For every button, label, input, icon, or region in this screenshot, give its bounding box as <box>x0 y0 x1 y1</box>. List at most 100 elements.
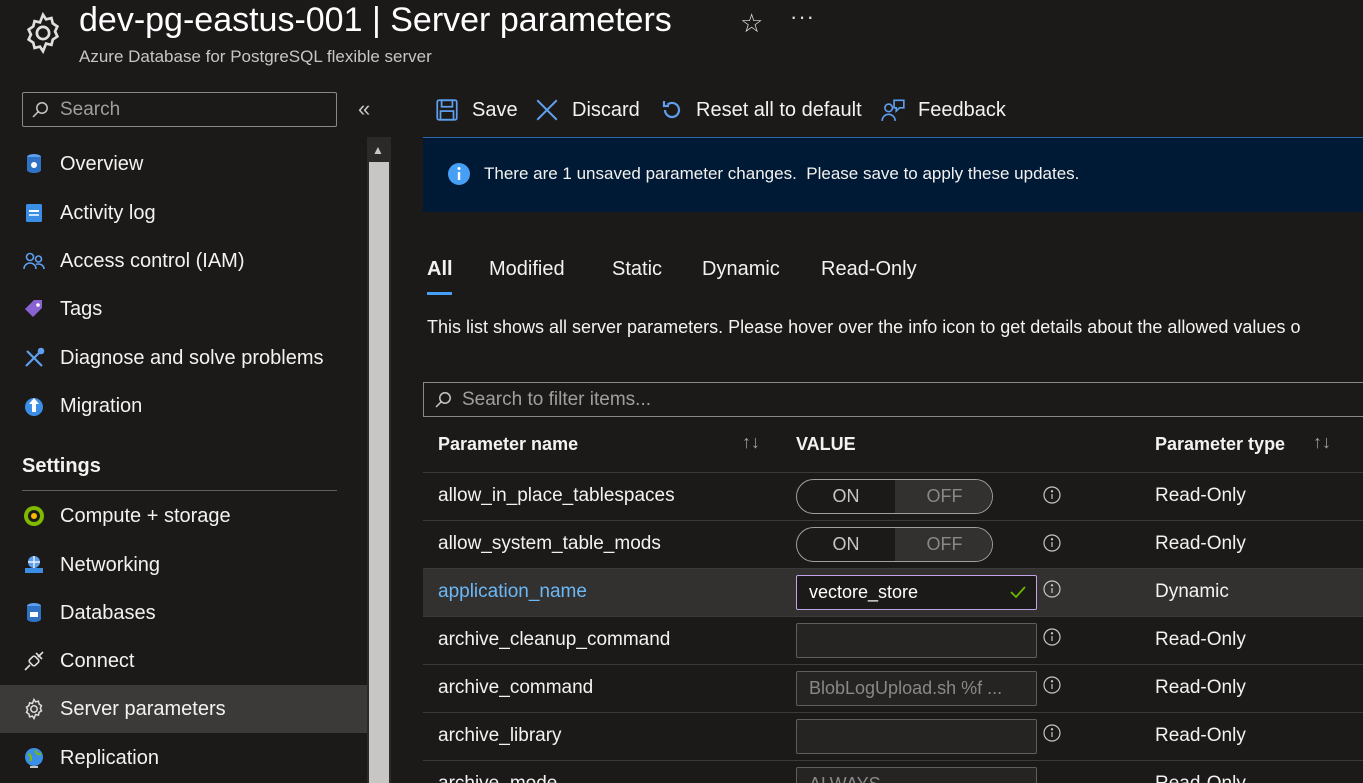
value-input[interactable]: vectore_store <box>796 575 1037 610</box>
sidebar-item-connect[interactable]: Connect <box>0 637 367 685</box>
table-row[interactable]: allow_in_place_tablespaces ON OFF Read-O… <box>423 472 1363 520</box>
tab-static[interactable]: Static <box>612 258 662 281</box>
tab-modified[interactable]: Modified <box>489 258 565 281</box>
sort-icon[interactable]: ↑↓ <box>1313 432 1331 453</box>
parameter-type: Read-Only <box>1155 725 1246 746</box>
sidebar-item-diagnose[interactable]: Diagnose and solve problems <box>0 334 367 382</box>
plug-icon <box>24 651 44 671</box>
sidebar-item-overview[interactable]: Overview <box>0 140 367 188</box>
feedback-icon <box>881 99 905 121</box>
toggle-on-option[interactable]: ON <box>797 480 895 513</box>
table-row[interactable]: application_name vectore_store Dynamic <box>423 568 1363 616</box>
sidebar-item-databases[interactable]: Databases <box>0 589 367 637</box>
column-header-parameter-type[interactable]: Parameter type <box>1155 434 1285 455</box>
parameter-type: Dynamic <box>1155 581 1229 602</box>
value-input[interactable] <box>796 719 1037 754</box>
sidebar-item-replication[interactable]: Replication <box>0 734 367 782</box>
network-icon <box>25 556 43 573</box>
sidebar-scrollbar-thumb[interactable] <box>369 162 389 783</box>
sidebar-item-label: Tags <box>60 297 103 320</box>
column-header-parameter-name[interactable]: Parameter name <box>438 434 578 455</box>
search-icon <box>32 102 48 118</box>
value-input[interactable]: BlobLogUpload.sh %f ... <box>796 671 1037 706</box>
gear-icon <box>26 11 60 55</box>
parameter-type: Read-Only <box>1155 773 1246 783</box>
compute-icon <box>24 506 44 526</box>
feedback-label: Feedback <box>918 98 1006 121</box>
tag-icon <box>25 300 42 317</box>
table-row[interactable]: archive_cleanup_command Read-Only <box>423 616 1363 664</box>
discard-button[interactable]: Discard <box>534 92 640 128</box>
value-select[interactable]: ALWAYS ⌄ <box>796 767 1037 783</box>
sidebar-item-label: Diagnose and solve problems <box>60 346 324 369</box>
log-icon <box>26 204 42 222</box>
toggle-off-option[interactable]: OFF <box>895 480 992 513</box>
sidebar-item-label: Networking <box>60 553 161 576</box>
scroll-up-arrow-icon[interactable]: ▲ <box>372 143 384 157</box>
tab-dynamic[interactable]: Dynamic <box>702 258 780 281</box>
save-label: Save <box>472 98 518 121</box>
parameter-type: Read-Only <box>1155 485 1246 506</box>
value-input[interactable] <box>796 623 1037 658</box>
parameter-type: Read-Only <box>1155 629 1246 650</box>
page-subtitle: Azure Database for PostgreSQL flexible s… <box>79 47 432 66</box>
page-title: dev-pg-eastus-001 | Server parameters <box>79 1 672 39</box>
toggle-on-option[interactable]: ON <box>797 528 895 561</box>
tab-all[interactable]: All <box>427 258 453 281</box>
parameter-name: allow_in_place_tablespaces <box>438 485 675 506</box>
feedback-button[interactable]: Feedback <box>880 92 1006 128</box>
globe-icon <box>25 748 43 768</box>
close-icon <box>536 99 558 121</box>
info-icon[interactable] <box>1043 676 1061 694</box>
sidebar-item-migration[interactable]: Migration <box>0 382 367 430</box>
info-icon[interactable] <box>1043 486 1061 504</box>
reset-label: Reset all to default <box>696 98 862 121</box>
column-header-value: VALUE <box>796 434 856 454</box>
sidebar-search[interactable] <box>22 92 337 127</box>
sidebar-item-label: Compute + storage <box>60 504 231 527</box>
toggle-off-option[interactable]: OFF <box>895 528 992 561</box>
save-button[interactable]: Save <box>434 92 518 128</box>
info-icon[interactable] <box>1043 534 1061 552</box>
star-icon[interactable]: ☆ <box>740 8 763 39</box>
sidebar-item-tags[interactable]: Tags <box>0 285 367 333</box>
sidebar-item-label: Access control (IAM) <box>60 249 245 272</box>
checkmark-icon <box>1010 586 1026 599</box>
divider <box>22 490 337 491</box>
collapse-sidebar-button[interactable]: « <box>358 96 370 122</box>
info-icon[interactable] <box>1043 580 1061 598</box>
info-icon[interactable] <box>1043 628 1061 646</box>
tab-read-only[interactable]: Read-Only <box>821 258 917 281</box>
sidebar-item-networking[interactable]: Networking <box>0 541 367 589</box>
parameter-name: archive_library <box>438 725 562 746</box>
chevron-down-icon: ⌄ <box>1012 774 1026 783</box>
table-row[interactable]: allow_system_table_mods ON OFF Read-Only <box>423 520 1363 568</box>
filter-search[interactable] <box>423 382 1363 417</box>
sidebar-item-compute-storage[interactable]: Compute + storage <box>0 492 367 540</box>
sidebar-item-server-parameters[interactable]: Server parameters <box>0 685 367 733</box>
wrench-icon <box>25 347 45 367</box>
parameter-name: archive_cleanup_command <box>438 629 671 650</box>
sidebar-item-label: Replication <box>60 746 159 769</box>
more-options-icon[interactable]: ··· <box>790 4 815 30</box>
table-row[interactable]: archive_library Read-Only <box>423 712 1363 760</box>
filter-search-input[interactable] <box>460 385 1064 415</box>
banner-message: There are 1 unsaved parameter changes. P… <box>484 164 1080 183</box>
sidebar-item-access-control[interactable]: Access control (IAM) <box>0 237 367 285</box>
parameter-name: archive_command <box>438 677 594 698</box>
parameter-name-link[interactable]: application_name <box>438 581 587 603</box>
parameter-type: Read-Only <box>1155 533 1246 554</box>
table-row[interactable]: archive_command BlobLogUpload.sh %f ... … <box>423 664 1363 712</box>
gear-icon <box>25 697 43 721</box>
search-icon <box>435 392 451 408</box>
database-icon <box>27 154 41 173</box>
info-icon[interactable] <box>1043 724 1061 742</box>
sidebar-item-activity-log[interactable]: Activity log <box>0 189 367 237</box>
reset-all-button[interactable]: Reset all to default <box>660 92 862 128</box>
sidebar-search-input[interactable] <box>58 95 332 125</box>
on-off-toggle[interactable]: ON OFF <box>796 527 993 562</box>
table-row[interactable]: archive_mode ALWAYS ⌄ Read-Only <box>423 760 1363 783</box>
on-off-toggle[interactable]: ON OFF <box>796 479 993 514</box>
parameter-name: archive_mode <box>438 773 557 783</box>
sort-icon[interactable]: ↑↓ <box>742 432 760 453</box>
